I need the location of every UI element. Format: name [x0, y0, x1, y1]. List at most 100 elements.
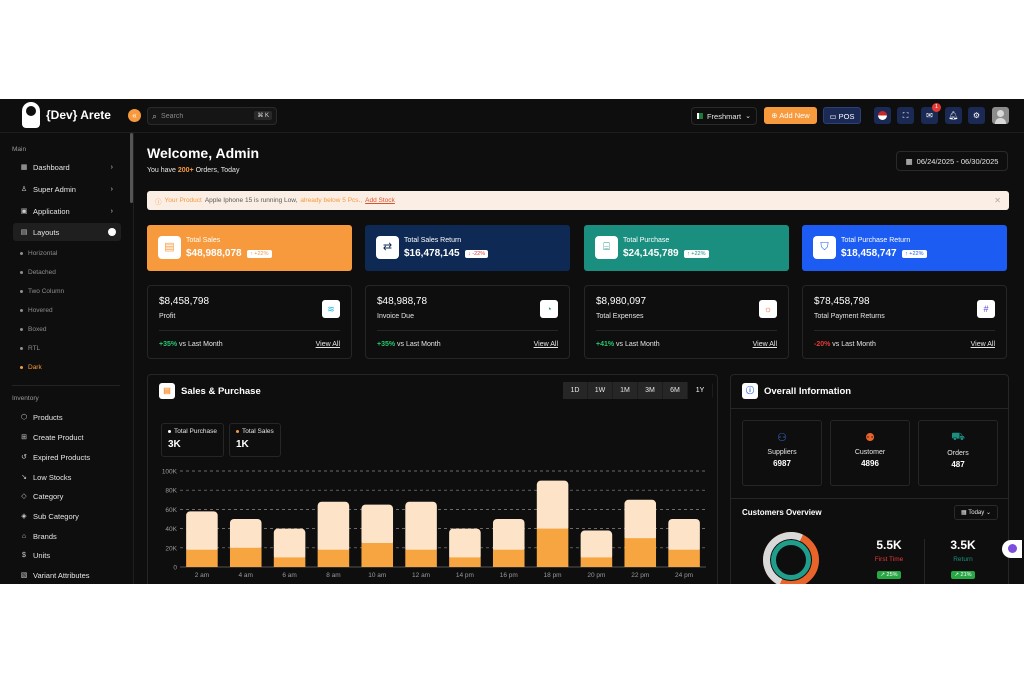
sidebar-item-variant-attributes[interactable]: ▧ Variant Attributes [13, 566, 121, 584]
swap-icon: ⇄ [376, 236, 399, 259]
period-select[interactable]: ▦ Today ⌄ [954, 505, 998, 520]
orders-count: 200+ [177, 167, 194, 174]
fullscreen-button[interactable]: ⛶ [897, 107, 914, 124]
chevron-down-icon: ⌄ [745, 113, 751, 120]
sidebar-item-category[interactable]: ◇ Category [13, 487, 121, 505]
sidebar-item-brands[interactable]: ⌂ Brands [13, 527, 121, 545]
sidebar-scrollbar[interactable] [130, 133, 133, 203]
sidebar-item-application[interactable]: ▣ Application › [13, 202, 121, 220]
view-all-link[interactable]: View All [971, 341, 995, 348]
tab-range-1y[interactable]: 1Y [688, 382, 712, 399]
stat-card-total-purchase[interactable]: ⌸ Total Purchase $24,145,789 ↑ +22% [584, 225, 789, 271]
bar-total-sales [229, 547, 262, 567]
tab-range-1w[interactable]: 1W [588, 382, 612, 399]
card-icon: # [977, 300, 995, 318]
layout-option-rtl[interactable]: RTL [20, 345, 40, 352]
user-avatar[interactable] [992, 107, 1009, 124]
sales-purchase-title: Sales & Purchase [181, 385, 261, 397]
sidebar-item-label: Sub Category [33, 511, 79, 521]
close-icon[interactable]: ✕ [994, 196, 1001, 205]
add-stock-link[interactable]: Add Stock [365, 197, 395, 204]
layout-option-horizontal[interactable]: Horizontal [20, 250, 57, 257]
sidebar-item-super-admin[interactable]: ♙ Super Admin › [13, 180, 121, 198]
us-flag-icon [878, 111, 887, 120]
card-label: Total Expenses [596, 313, 644, 320]
card-footer: +35% vs Last Month [377, 341, 441, 348]
view-all-link[interactable]: View All [534, 341, 558, 348]
stat-card-total-sales-return[interactable]: ⇄ Total Sales Return $16,478,145 ↓ -22% [365, 225, 570, 271]
mail-badge: 1 [932, 103, 941, 112]
sidebar-item-label: Variant Attributes [33, 570, 90, 580]
bar-total-sales [624, 538, 657, 567]
sidebar-item-create-product[interactable]: ⊞ Create Product [13, 428, 121, 446]
tab-range-6m[interactable]: 6M [663, 382, 687, 399]
divider [924, 539, 925, 584]
info-circle-icon: ⓘ [742, 383, 758, 399]
card-icon: ≋ [322, 300, 340, 318]
layout-option-detached[interactable]: Detached [20, 269, 56, 276]
stat-card-total-purchase-return[interactable]: ⛉ Total Purchase Return $18,458,747 ↑ +22% [802, 225, 1007, 271]
x-tick-label: 14 pm [456, 572, 474, 579]
bar-total-sales [536, 528, 569, 567]
tab-range-1m[interactable]: 1M [613, 382, 637, 399]
divider [814, 330, 995, 331]
sidebar-item-layouts[interactable]: ▤ Layouts [13, 223, 121, 241]
overall-item-value: 6987 [773, 459, 791, 468]
stat-value: $48,988,078 [186, 248, 242, 259]
app-window: {Dev} Arete « ⌕ ⌘ K Freshmart ⌄ ⊕ Add Ne… [0, 99, 1024, 584]
notifications-button[interactable]: 🔔︎ [945, 107, 962, 124]
layout-option-two-column[interactable]: Two Column [20, 288, 64, 295]
store-select[interactable]: Freshmart ⌄ [691, 107, 757, 125]
view-all-link[interactable]: View All [316, 341, 340, 348]
sidebar-section-main: Main [12, 146, 27, 153]
search-input[interactable] [161, 112, 252, 120]
layout-option-boxed[interactable]: Boxed [20, 326, 46, 333]
sidebar-item-units[interactable]: $ Units [13, 546, 121, 564]
chevron-right-icon: › [110, 185, 113, 193]
tab-range-3m[interactable]: 3M [638, 382, 662, 399]
overall-suppliers[interactable]: ⚇ Suppliers 6987 [742, 420, 822, 486]
search-icon: ⌕ [152, 110, 158, 121]
overall-customer[interactable]: ⚉ Customer 4896 [830, 420, 910, 486]
layout-option-label: Hovered [28, 307, 53, 314]
x-tick-label: 2 am [195, 572, 209, 579]
variant-icon: ▧ [20, 572, 28, 579]
bar-total-sales [668, 549, 700, 567]
layout-option-hovered[interactable]: Hovered [20, 307, 53, 314]
file-icon: ▤ [158, 236, 181, 259]
customers-icon: ⚉ [865, 432, 875, 444]
bar-total-sales [186, 549, 218, 567]
sidebar-item-expired-products[interactable]: ↺ Expired Products [13, 448, 121, 466]
language-flag-button[interactable] [874, 107, 891, 124]
legend-total-sales: Total Sales 1K [229, 423, 281, 457]
sidebar-item-low-stocks[interactable]: ↘ Low Stocks [13, 468, 121, 486]
add-new-button[interactable]: ⊕ Add New [764, 107, 817, 124]
layout-option-label: Boxed [28, 326, 47, 333]
sidebar-item-products[interactable]: ⬡ Products [13, 408, 121, 426]
bullet-icon [20, 252, 23, 255]
legend-label: Total Sales [242, 428, 274, 435]
search-box[interactable]: ⌕ ⌘ K [147, 107, 277, 125]
x-tick-label: 12 am [412, 572, 430, 579]
overall-item-value: 487 [951, 460, 965, 469]
floating-action-button[interactable] [1002, 540, 1022, 558]
y-tick-label: 100K [162, 469, 178, 476]
tab-range-1d[interactable]: 1D [563, 382, 587, 399]
bar-total-purchase [229, 519, 262, 551]
sidebar-item-dashboard[interactable]: ▦ Dashboard › [13, 158, 121, 176]
x-tick-label: 24 pm [675, 572, 693, 579]
pos-button[interactable]: ▭ POS [823, 107, 861, 124]
stat-change-badge: ↑ +22% [247, 250, 272, 258]
date-range-picker[interactable]: ▦ 06/24/2025 - 06/30/2025 [896, 151, 1008, 171]
brand-logo[interactable]: {Dev} Arete [22, 102, 111, 128]
first-time-label: First Time [874, 556, 904, 563]
layout-option-dark[interactable]: Dark [20, 364, 42, 371]
sidebar-item-sub-category[interactable]: ◈ Sub Category [13, 507, 121, 525]
return-value: 3.5K [950, 538, 976, 552]
layout-option-label: Horizontal [28, 250, 58, 257]
overall-orders[interactable]: ⛟ Orders 487 [918, 420, 998, 486]
settings-button[interactable]: ⚙ [968, 107, 985, 124]
stat-card-total-sales[interactable]: ▤ Total Sales $48,988,078 ↑ +22% [147, 225, 352, 271]
view-all-link[interactable]: View All [753, 341, 777, 348]
sidebar-collapse-button[interactable]: « [128, 109, 141, 122]
